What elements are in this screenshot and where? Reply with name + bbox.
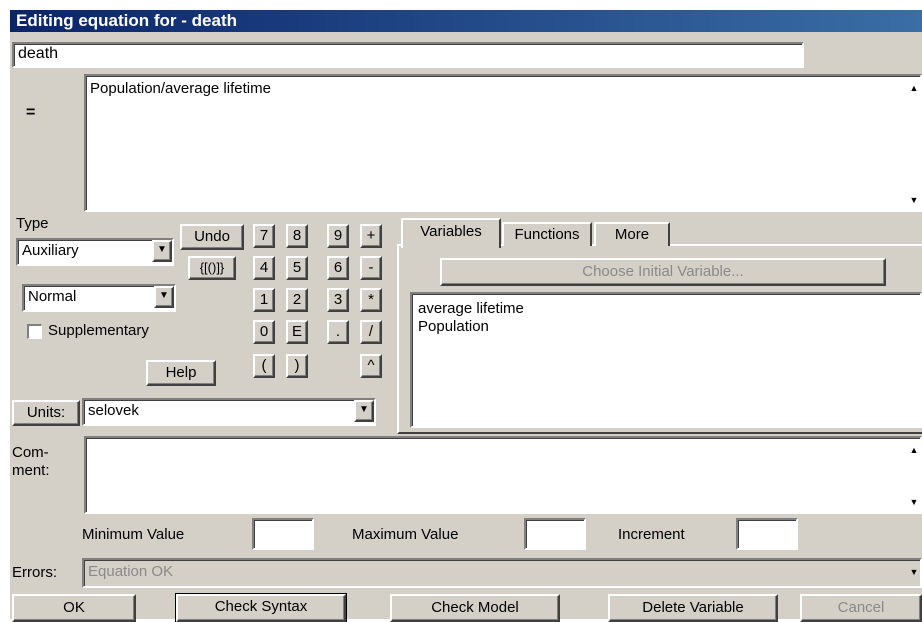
minimum-value-label: Minimum Value — [82, 526, 185, 543]
scroll-down-icon[interactable]: ▼ — [908, 566, 920, 578]
keypad-minus[interactable]: - — [360, 256, 382, 280]
dialog-title: Editing equation for - death — [10, 10, 922, 32]
choose-initial-variable-button[interactable]: Choose Initial Variable... — [440, 258, 886, 286]
keypad-8[interactable]: 8 — [286, 224, 308, 248]
errors-label: Errors: — [12, 564, 57, 581]
units-value: selovek — [88, 402, 139, 419]
keypad-5[interactable]: 5 — [286, 256, 308, 280]
cancel-button[interactable]: Cancel — [800, 594, 922, 622]
tab-variables[interactable]: Variables — [401, 218, 501, 248]
equation-text: Population/average lifetime — [90, 80, 271, 97]
supplementary-checkbox[interactable] — [27, 324, 42, 339]
keypad-0[interactable]: 0 — [253, 320, 275, 344]
units-button[interactable]: Units: — [12, 400, 80, 426]
comment-label: Com- ment: — [12, 444, 50, 480]
comment-label-line1: Com- — [12, 444, 49, 461]
comment-textarea[interactable]: ▲ ▼ — [84, 436, 922, 514]
increment-input[interactable] — [736, 518, 798, 550]
keypad-e[interactable]: E — [286, 320, 308, 344]
keypad-3[interactable]: 3 — [327, 288, 349, 312]
chevron-down-icon[interactable]: ▼ — [154, 286, 174, 308]
equals-label: = — [26, 104, 36, 121]
type-dropdown-value: Auxiliary — [22, 242, 79, 259]
subtype-dropdown-value: Normal — [28, 288, 77, 305]
type-label: Type — [16, 215, 49, 232]
type-dropdown[interactable]: Auxiliary ▼ — [16, 238, 174, 266]
comment-label-line2: ment: — [12, 462, 50, 479]
increment-label: Increment — [618, 526, 685, 543]
tab-more[interactable]: More — [594, 222, 670, 246]
scroll-up-icon[interactable]: ▲ — [908, 444, 920, 456]
brackets-button[interactable]: {[()]} — [188, 256, 236, 280]
keypad-1[interactable]: 1 — [253, 288, 275, 312]
supplementary-label: Supplementary — [48, 322, 149, 339]
keypad-divide[interactable]: / — [360, 320, 382, 344]
keypad-multiply[interactable]: * — [360, 288, 382, 312]
keypad-open-paren[interactable]: ( — [253, 354, 275, 378]
tab-functions[interactable]: Functions — [502, 222, 592, 246]
scroll-down-icon[interactable]: ▼ — [908, 496, 920, 508]
errors-field: Equation OK ▼ — [82, 558, 922, 588]
chevron-down-icon[interactable]: ▼ — [152, 240, 172, 262]
keypad-close-paren[interactable]: ) — [286, 354, 308, 378]
check-model-button[interactable]: Check Model — [390, 594, 560, 622]
subtype-dropdown[interactable]: Normal ▼ — [22, 284, 176, 312]
variable-item[interactable]: average lifetime — [418, 300, 524, 317]
keypad-plus[interactable]: + — [360, 224, 382, 248]
errors-value: Equation OK — [88, 563, 174, 580]
equation-textarea[interactable]: Population/average lifetime ▲ ▼ — [84, 74, 922, 212]
keypad-2[interactable]: 2 — [286, 288, 308, 312]
units-dropdown[interactable]: selovek ▼ — [82, 398, 376, 426]
keypad-dot[interactable]: . — [327, 320, 349, 344]
undo-button[interactable]: Undo — [180, 224, 244, 250]
minimum-value-input[interactable] — [252, 518, 314, 550]
help-button[interactable]: Help — [146, 360, 216, 386]
scroll-up-icon[interactable]: ▲ — [908, 82, 920, 94]
variables-list[interactable]: average lifetime Population — [410, 292, 922, 428]
keypad-caret[interactable]: ^ — [360, 354, 382, 378]
chevron-down-icon[interactable]: ▼ — [354, 400, 374, 422]
maximum-value-label: Maximum Value — [352, 526, 459, 543]
keypad-6[interactable]: 6 — [327, 256, 349, 280]
keypad-4[interactable]: 4 — [253, 256, 275, 280]
delete-variable-button[interactable]: Delete Variable — [608, 594, 778, 622]
variable-item[interactable]: Population — [418, 318, 489, 335]
scroll-down-icon[interactable]: ▼ — [908, 194, 920, 206]
keypad-7[interactable]: 7 — [253, 224, 275, 248]
keypad-9[interactable]: 9 — [327, 224, 349, 248]
maximum-value-input[interactable] — [524, 518, 586, 550]
variable-name-field[interactable]: death — [12, 42, 804, 68]
ok-button[interactable]: OK — [12, 594, 136, 622]
check-syntax-button[interactable]: Check Syntax — [175, 593, 347, 622]
